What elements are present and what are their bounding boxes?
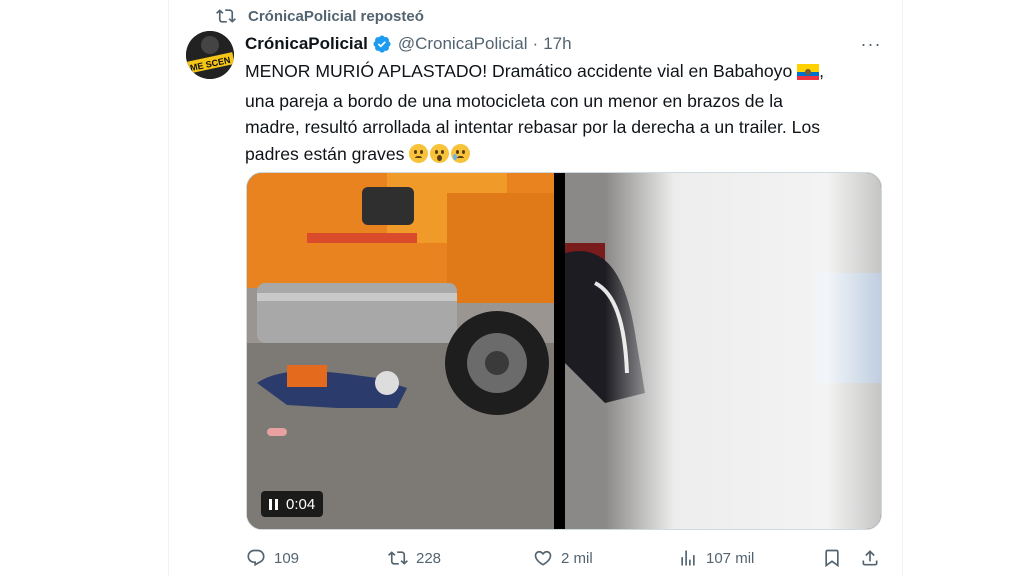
reply-icon bbox=[247, 549, 265, 567]
bookmark-button[interactable] bbox=[822, 546, 850, 570]
tweet-text: MENOR MURIÓ APLASTADO! Dramático acciden… bbox=[245, 58, 885, 167]
video-duration-badge[interactable]: 0:04 bbox=[261, 491, 324, 517]
separator-dot: · bbox=[532, 34, 539, 53]
views-button[interactable]: 107 mil bbox=[678, 546, 754, 570]
video-thumbnail[interactable]: 0:04 bbox=[247, 173, 554, 529]
hushed-face-icon bbox=[430, 143, 450, 163]
repost-indicator[interactable]: CrónicaPolicial reposteó bbox=[216, 6, 424, 26]
bookmark-icon bbox=[825, 549, 839, 568]
media-divider bbox=[554, 173, 565, 529]
tweet-media[interactable]: 0:04 bbox=[246, 172, 882, 530]
views-count: 107 mil bbox=[706, 549, 755, 567]
column-border-right bbox=[902, 0, 903, 576]
reply-button[interactable]: 109 bbox=[246, 546, 299, 570]
like-count: 2 mil bbox=[561, 549, 593, 567]
repost-count: 228 bbox=[416, 549, 442, 567]
tweet-line-2: una pareja a bordo de una motocicleta co… bbox=[245, 90, 783, 111]
pause-icon bbox=[269, 498, 278, 510]
tweet-line-4: padres están graves bbox=[245, 141, 885, 168]
tweet-line-4-text: padres están graves bbox=[245, 143, 405, 164]
worried-face-icon bbox=[409, 143, 429, 163]
reply-count: 109 bbox=[274, 549, 300, 567]
blurred-image[interactable] bbox=[565, 173, 881, 529]
tweet-actions: 109 228 2 mil 107 mil bbox=[246, 546, 882, 570]
verified-icon bbox=[372, 34, 392, 54]
repost-icon bbox=[216, 6, 236, 26]
ecuador-flag-icon bbox=[797, 61, 820, 88]
like-button[interactable]: 2 mil bbox=[533, 546, 593, 570]
tweet-line-1-text: MENOR MURIÓ APLASTADO! Dramático acciden… bbox=[245, 61, 793, 81]
timestamp[interactable]: 17h bbox=[543, 34, 571, 54]
repost-action-icon bbox=[388, 551, 408, 565]
repost-text: CrónicaPolicial reposteó bbox=[248, 7, 424, 25]
more-options-icon[interactable]: ··· bbox=[860, 34, 882, 54]
tweet-line-1-tail: , bbox=[819, 61, 825, 81]
tweet-line-1: MENOR MURIÓ APLASTADO! Dramático acciden… bbox=[245, 58, 885, 88]
repost-button[interactable]: 228 bbox=[388, 546, 441, 570]
share-button[interactable] bbox=[860, 546, 888, 570]
views-icon bbox=[681, 550, 695, 566]
author-name[interactable]: CrónicaPolicial bbox=[245, 34, 368, 54]
share-icon bbox=[862, 550, 878, 566]
video-time: 0:04 bbox=[286, 495, 316, 513]
author-handle[interactable]: @CronicaPolicial bbox=[398, 34, 528, 54]
tweet-header: CrónicaPolicial @CronicaPolicial · 17h bbox=[245, 33, 572, 55]
heart-icon bbox=[534, 550, 552, 566]
tweet-line-3: madre, resultó arrollada al intentar reb… bbox=[245, 117, 821, 137]
column-border-left bbox=[168, 0, 169, 576]
avatar[interactable]: ME SCEN bbox=[186, 31, 234, 79]
sad-relieved-face-icon bbox=[451, 143, 471, 163]
